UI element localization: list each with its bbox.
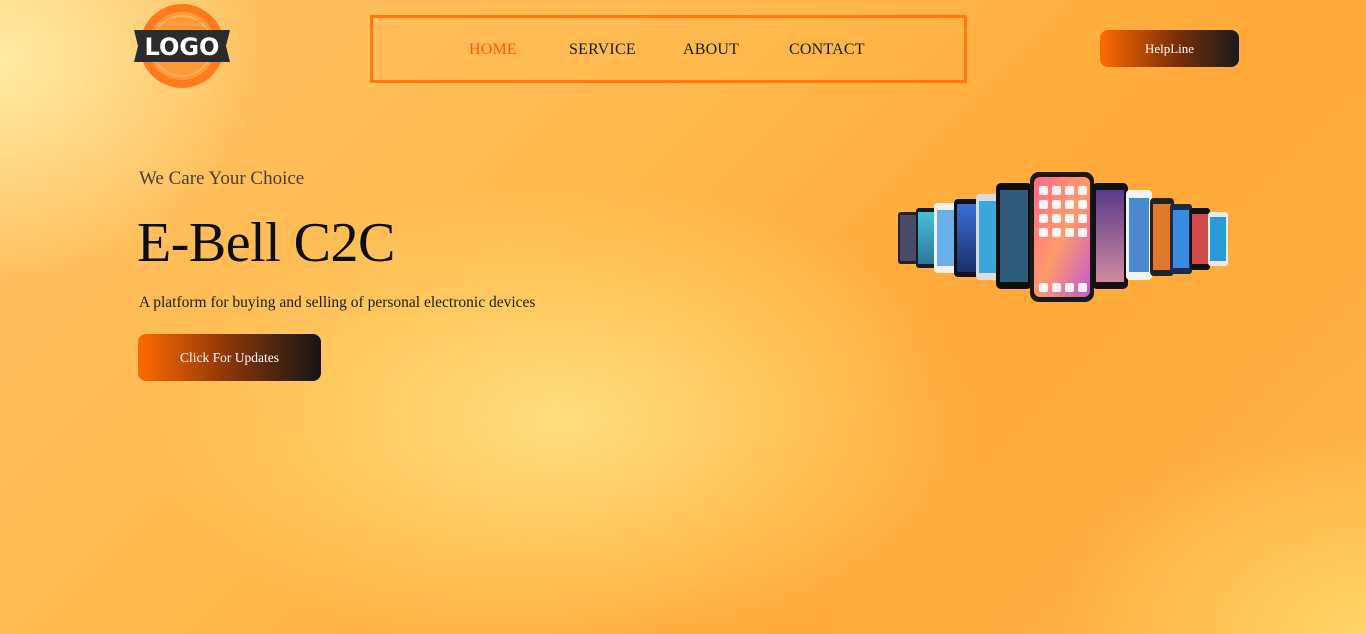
logo[interactable]: LOGO <box>130 2 234 90</box>
hero-description: A platform for buying and selling of per… <box>139 294 536 311</box>
helpline-label: HelpLine <box>1144 40 1195 56</box>
nav-home[interactable]: HOME <box>469 41 517 59</box>
click-for-updates-button[interactable]: Click For Updates <box>138 334 321 381</box>
smartphones-illustration <box>896 168 1232 306</box>
logo-badge-icon: LOGO <box>134 4 230 88</box>
logo-text: LOGO <box>145 33 220 61</box>
helpline-button[interactable]: HelpLine <box>1100 30 1239 67</box>
nav-service[interactable]: SERVICE <box>569 41 636 59</box>
nav-contact[interactable]: CONTACT <box>789 41 865 59</box>
main-nav: HOME SERVICE ABOUT CONTACT <box>370 15 967 83</box>
smartphones-fan-icon <box>898 172 1228 302</box>
cta-label: Click For Updates <box>180 349 279 365</box>
nav-about[interactable]: ABOUT <box>683 41 739 59</box>
hero-tagline: We Care Your Choice <box>139 168 305 189</box>
hero-title: E-Bell C2C <box>137 212 395 274</box>
